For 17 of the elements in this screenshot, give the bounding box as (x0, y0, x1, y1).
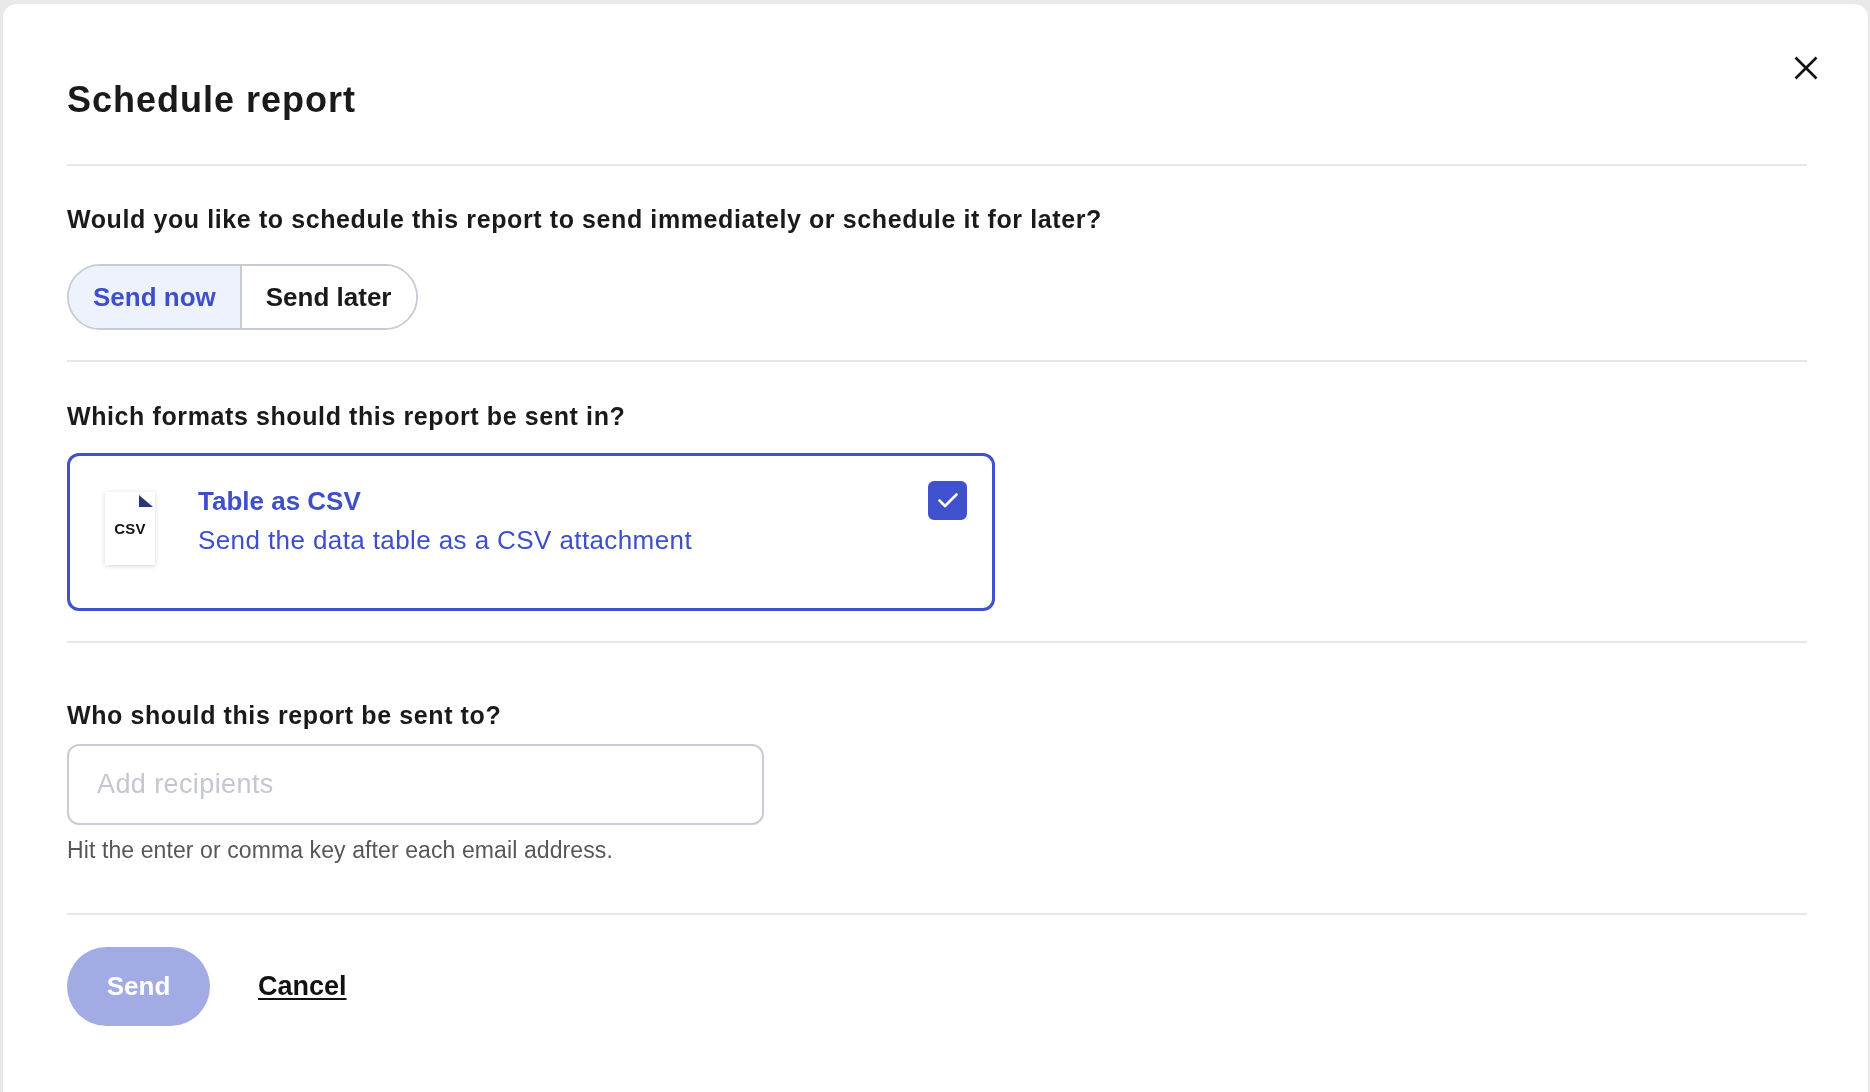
recipients-field[interactable]: Add recipients (67, 744, 764, 825)
section-question: Which formats should this report be sent in? (67, 401, 627, 431)
section-question: Would you like to schedule this report to send immediately or schedule it for later? (67, 204, 1103, 234)
segment-tab[interactable]: Send now (69, 266, 240, 328)
checkbox[interactable] (928, 481, 967, 520)
dialog-title: Schedule report (67, 80, 358, 120)
option-title: Table as CSV (198, 485, 362, 518)
helper-text: Hit the enter or comma key after each email address. (67, 836, 614, 864)
checkmark-icon (937, 493, 958, 508)
option-description: Send the data table as a CSV attachment (198, 524, 694, 557)
section-question: Who should this report be sent to? (67, 700, 503, 730)
folded-corner-icon (139, 495, 153, 507)
close-icon[interactable] (1794, 56, 1818, 80)
segment-tab[interactable]: Send later (239, 266, 416, 328)
format-option-card[interactable]: CSV Table as CSV Send the data table as a CSV attachment (67, 453, 995, 611)
cancel-link[interactable]: Cancel (258, 971, 347, 1002)
file-type-label: CSV (114, 520, 146, 537)
